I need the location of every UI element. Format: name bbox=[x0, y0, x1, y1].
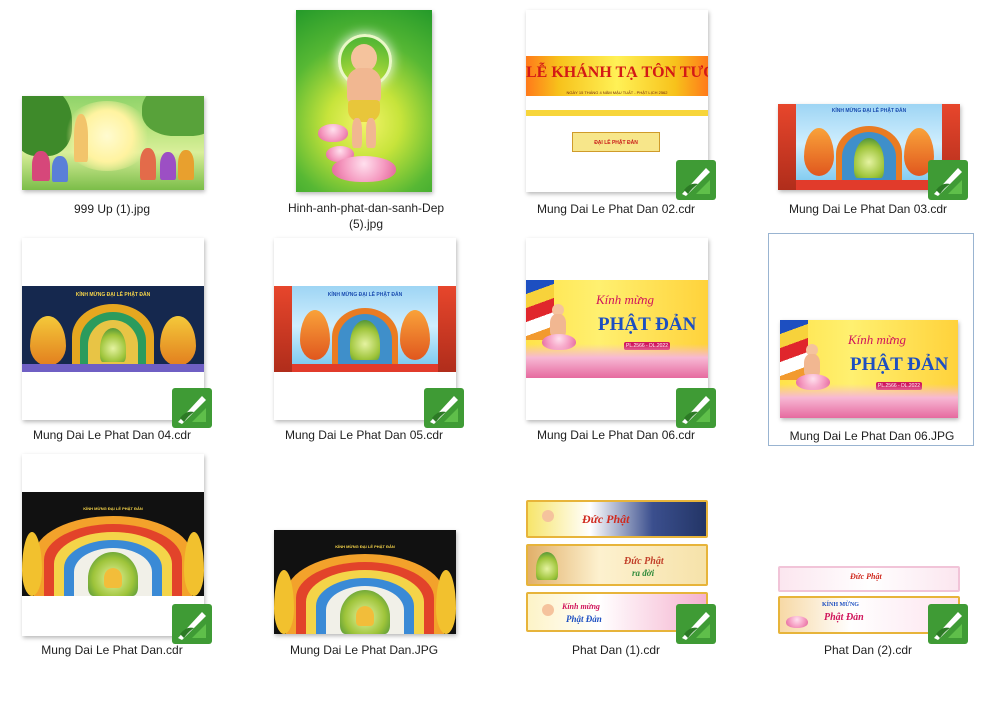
artwork-phat-dan: Phật Đản bbox=[824, 612, 864, 623]
artwork-duc-phat: Đức Phật bbox=[624, 556, 664, 567]
artwork-phat-dan: PHẬT ĐẢN bbox=[850, 354, 949, 375]
file-item-mung-dai-le-06-cdr[interactable]: Kính mừng PHẬT ĐẢN PL.2566 - DL.2022 Mun… bbox=[518, 234, 716, 448]
artwork-title: LỄ KHÁNH TẠ TÔN TƯỢNG bbox=[526, 64, 708, 81]
thumbnail-phat-dan-banner: Kính mừng PHẬT ĐẢN PL.2566 - DL.2022 bbox=[780, 320, 958, 418]
file-item-mung-dai-le-02[interactable]: LỄ KHÁNH TẠ TÔN TƯỢNG NGÀY 15 THÁNG 4 NĂ… bbox=[518, 6, 716, 226]
file-name-label: Mung Dai Le Phat Dan 04.cdr bbox=[32, 428, 192, 442]
artwork-duc-phat: Đức Phật bbox=[850, 572, 882, 581]
coreldraw-file-icon bbox=[676, 604, 716, 644]
artwork-arc-title: KÍNH MỪNG ĐẠI LỄ PHẬT ĐẢN bbox=[83, 506, 143, 511]
artwork-ra-doi: ra đời bbox=[632, 568, 655, 578]
file-name-label: Mung Dai Le Phat Dan.JPG bbox=[289, 643, 439, 657]
file-name-label: Mung Dai Le Phat Dan 02.cdr bbox=[536, 202, 696, 216]
file-name-label: Mung Dai Le Phat Dan 05.cdr bbox=[284, 428, 444, 442]
coreldraw-file-icon bbox=[172, 388, 212, 428]
artwork-subtitle: ĐẠI LỄ PHẬT ĐẢN bbox=[594, 140, 638, 146]
file-item-mung-dai-le-03[interactable]: KÍNH MỪNG ĐẠI LỄ PHẬT ĐẢN Mung Dai Le Ph… bbox=[770, 6, 968, 226]
file-name-label: Hinh-anh-phat-dan-sanh-Dep (5).jpg bbox=[287, 201, 445, 231]
thumbnail-phat-dan-banner: Kính mừng PHẬT ĐẢN PL.2566 - DL.2022 bbox=[526, 280, 708, 378]
file-item-phat-dan-2[interactable]: Đức Phật KÍNH MỪNG Phật Đản Phat Dan (2)… bbox=[770, 450, 968, 664]
file-item-mung-dai-le-05[interactable]: KÍNH MỪNG ĐẠI LỄ PHẬT ĐẢN Mung Dai Le Ph… bbox=[266, 234, 464, 448]
file-item-mung-dai-le-cdr[interactable]: KÍNH MỪNG ĐẠI LỄ PHẬT ĐẢN Mung Dai Le Ph… bbox=[14, 450, 212, 664]
coreldraw-file-icon bbox=[676, 388, 716, 428]
file-name-label: 999 Up (1).jpg bbox=[73, 202, 151, 216]
file-item-mung-dai-le-jpg[interactable]: KÍNH MỪNG ĐẠI LỄ PHẬT ĐẢN Mung Dai Le Ph… bbox=[266, 450, 462, 664]
thumbnail-stage-navy: KÍNH MỪNG ĐẠI LỄ PHẬT ĐẢN bbox=[22, 286, 204, 372]
file-name-label: Phat Dan (1).cdr bbox=[571, 643, 661, 657]
coreldraw-file-icon bbox=[928, 604, 968, 644]
artwork-phat-dan: PHẬT ĐẢN bbox=[598, 314, 697, 335]
artwork-phat-dan: Phật Đản bbox=[566, 614, 602, 624]
file-name-label: Mung Dai Le Phat Dan 06.JPG bbox=[789, 429, 955, 443]
file-item-mung-dai-le-06-jpg[interactable]: Kính mừng PHẬT ĐẢN PL.2566 - DL.2022 Mun… bbox=[768, 233, 974, 446]
file-item-999-up[interactable]: 999 Up (1).jpg bbox=[14, 6, 210, 226]
file-name-label: Mung Dai Le Phat Dan 03.cdr bbox=[788, 202, 948, 216]
coreldraw-file-icon bbox=[928, 160, 968, 200]
file-name-label: Phat Dan (2).cdr bbox=[823, 643, 913, 657]
artwork-duc-phat: Đức Phật bbox=[582, 512, 630, 526]
thumbnail-jungle-scene bbox=[22, 96, 204, 190]
artwork-kinh-mung: Kính mừng bbox=[596, 292, 655, 307]
coreldraw-file-icon bbox=[424, 388, 464, 428]
thumbnail-black-stage: KÍNH MỪNG ĐẠI LỄ PHẬT ĐẢN bbox=[22, 492, 204, 596]
artwork-kinh-mung: Kính mừng bbox=[562, 602, 600, 611]
file-item-hinh-anh-phat-dan[interactable]: Hinh-anh-phat-dan-sanh-Dep (5).jpg bbox=[268, 6, 464, 232]
artwork-kinh-mung-caps: KÍNH MỪNG bbox=[822, 602, 859, 608]
file-item-phat-dan-1[interactable]: Đức Phật Đức Phật ra đời Kính mừng Phật … bbox=[518, 450, 716, 664]
thumbnail-black-stage: KÍNH MỪNG ĐẠI LỄ PHẬT ĐẢN bbox=[274, 530, 456, 634]
artwork-arc-title: KÍNH MỪNG ĐẠI LỄ PHẬT ĐẢN bbox=[335, 544, 395, 549]
coreldraw-file-icon bbox=[676, 160, 716, 200]
thumbnail-stage-red: KÍNH MỪNG ĐẠI LỄ PHẬT ĐẢN bbox=[274, 286, 456, 372]
coreldraw-file-icon bbox=[172, 604, 212, 644]
file-name-label: Mung Dai Le Phat Dan.cdr bbox=[41, 643, 183, 657]
file-name-label: Mung Dai Le Phat Dan 06.cdr bbox=[536, 428, 696, 442]
artwork-kinh-mung: Kính mừng bbox=[848, 332, 907, 347]
file-item-mung-dai-le-04[interactable]: KÍNH MỪNG ĐẠI LỄ PHẬT ĐẢN Mung Dai Le Ph… bbox=[14, 234, 212, 448]
thumbnail-baby-buddha bbox=[296, 10, 432, 192]
